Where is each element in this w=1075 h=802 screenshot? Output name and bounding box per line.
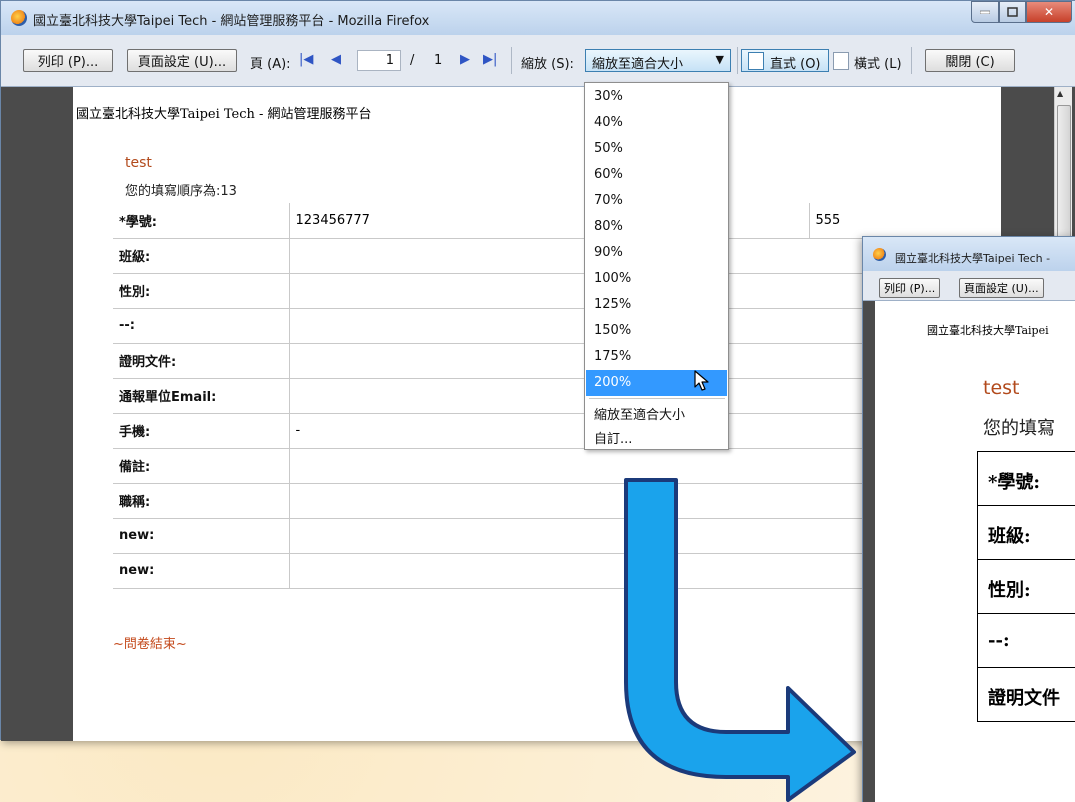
- maximize-icon[interactable]: [999, 1, 1026, 23]
- zoom-dropdown-menu: 30% 40% 50% 60% 70% 80% 90% 100% 125% 15…: [584, 82, 729, 450]
- preview-area[interactable]: 國立臺北科技大學Taipei test 您的填寫 *學號: 班級: 性別: --…: [863, 301, 1075, 802]
- page-label: 頁 (A):: [250, 57, 291, 72]
- zoom-option[interactable]: 175%: [586, 344, 727, 370]
- previous-page-icon[interactable]: ◀: [331, 52, 341, 68]
- portrait-label: 直式 (O): [770, 57, 821, 72]
- chevron-down-icon: ▼: [715, 53, 724, 66]
- fill-order-text: 您的填寫: [983, 418, 1055, 439]
- window-title: 國立臺北科技大學Taipei Tech -: [895, 252, 1051, 265]
- title-bar: 國立臺北科技大學Taipei Tech - 網站管理服務平台 - Mozilla…: [1, 1, 1075, 35]
- zoom-option[interactable]: 60%: [586, 162, 727, 188]
- portrait-page-icon: [748, 52, 764, 70]
- landscape-label[interactable]: 橫式 (L): [854, 53, 902, 72]
- zoom-select-value: 縮放至適合大小: [592, 57, 684, 72]
- field-label: 性別:: [978, 560, 1075, 614]
- survey-form-table: *學號: 班級: 性別: --: 證明文件: [977, 451, 1075, 722]
- field-label: 證明文件:: [113, 343, 289, 379]
- zoom-option[interactable]: 150%: [586, 318, 727, 344]
- table-row: 通報單位Email:: [113, 378, 955, 414]
- first-page-icon[interactable]: |◀: [299, 52, 313, 68]
- field-label: new:: [113, 518, 289, 554]
- toolbar-divider: [511, 47, 512, 74]
- scrollbar-thumb[interactable]: [1057, 105, 1071, 245]
- minimize-icon[interactable]: [971, 1, 999, 23]
- field-label: *學號:: [113, 203, 289, 239]
- field-label: 備註:: [113, 448, 289, 484]
- fill-order-text: 您的填寫順序為:13: [125, 184, 237, 199]
- zoom-option[interactable]: 80%: [586, 214, 727, 240]
- scroll-up-icon[interactable]: ▲: [1057, 89, 1063, 98]
- big-arrow-icon: [624, 478, 856, 802]
- field-label: 職稱:: [113, 483, 289, 519]
- zoom-option[interactable]: 70%: [586, 188, 727, 214]
- window-title: 國立臺北科技大學Taipei Tech - 網站管理服務平台 - Mozilla…: [33, 14, 430, 29]
- page-number-input[interactable]: 1: [357, 50, 401, 71]
- close-preview-button[interactable]: 關閉 (C): [925, 49, 1015, 72]
- field-label: new:: [113, 553, 289, 589]
- zoom-label: 縮放 (S):: [521, 57, 574, 72]
- zoomed-preview-window: 國立臺北科技大學Taipei Tech - 列印 (P)... 頁面設定 (U)…: [862, 236, 1075, 802]
- page-setup-button[interactable]: 頁面設定 (U)...: [959, 278, 1044, 298]
- title-bar: 國立臺北科技大學Taipei Tech -: [863, 237, 1075, 271]
- table-row: 證明文件:: [113, 343, 955, 379]
- table-row: --:: [113, 308, 955, 344]
- page-header: 國立臺北科技大學Taipei: [927, 324, 1049, 337]
- field-label: 通報單位Email:: [113, 378, 289, 414]
- field-label: --:: [978, 614, 1075, 668]
- mouse-cursor-icon: [694, 370, 709, 391]
- field-value: 123456777: [288, 203, 579, 239]
- field-label: *學號:: [978, 452, 1075, 506]
- field-label: 證明文件: [978, 668, 1075, 722]
- print-preview-toolbar: 列印 (P)... 頁面設定 (U)...: [863, 271, 1075, 301]
- last-page-icon[interactable]: ▶|: [483, 52, 497, 68]
- firefox-icon: [873, 248, 886, 261]
- survey-title: test: [983, 377, 1020, 399]
- toolbar-divider: [911, 47, 912, 74]
- zoom-option-custom[interactable]: 自訂...: [586, 423, 727, 449]
- zoom-option[interactable]: 125%: [586, 292, 727, 318]
- zoom-option[interactable]: 40%: [586, 110, 727, 136]
- print-button[interactable]: 列印 (P)...: [879, 278, 941, 298]
- zoom-option[interactable]: 50%: [586, 136, 727, 162]
- total-pages: 1: [434, 53, 443, 68]
- table-row: 班級:: [113, 238, 955, 274]
- survey-end-text: ~問卷結束~: [113, 637, 187, 652]
- page-separator: /: [410, 53, 415, 68]
- portrait-toggle[interactable]: 直式 (O): [741, 49, 829, 72]
- zoom-option[interactable]: 30%: [586, 84, 727, 110]
- print-preview-toolbar: 列印 (P)... 頁面設定 (U)... 頁 (A): |◀ ◀ 1 / 1 …: [1, 35, 1075, 87]
- print-button[interactable]: 列印 (P)...: [23, 49, 113, 72]
- zoom-option-fit[interactable]: 縮放至適合大小: [586, 399, 727, 425]
- next-page-icon[interactable]: ▶: [460, 52, 470, 68]
- table-row: 性別:: [113, 273, 955, 309]
- page-setup-button[interactable]: 頁面設定 (U)...: [127, 49, 237, 72]
- zoom-select[interactable]: 縮放至適合大小 ▼: [585, 49, 731, 72]
- field-value: 555: [808, 203, 955, 239]
- toolbar-divider: [737, 47, 738, 74]
- table-row: *學號: 123456777 555: [113, 203, 955, 239]
- field-label: 班級:: [113, 238, 289, 274]
- page-header: 國立臺北科技大學Taipei Tech - 網站管理服務平台: [76, 107, 372, 122]
- preview-page: 國立臺北科技大學Taipei test 您的填寫 *學號: 班級: 性別: --…: [875, 301, 1075, 802]
- window-controls: ✕: [971, 1, 1072, 23]
- table-row: 手機: -: [113, 413, 955, 449]
- zoom-option[interactable]: 100%: [586, 266, 727, 292]
- field-label: 手機:: [113, 413, 289, 449]
- zoom-option[interactable]: 90%: [586, 240, 727, 266]
- field-label: 班級:: [978, 506, 1075, 560]
- firefox-icon: [11, 10, 27, 26]
- field-label: 性別:: [113, 273, 289, 309]
- close-icon[interactable]: ✕: [1026, 1, 1072, 23]
- field-label: --:: [113, 308, 289, 344]
- survey-title: test: [125, 155, 152, 171]
- landscape-page-icon[interactable]: [833, 52, 849, 70]
